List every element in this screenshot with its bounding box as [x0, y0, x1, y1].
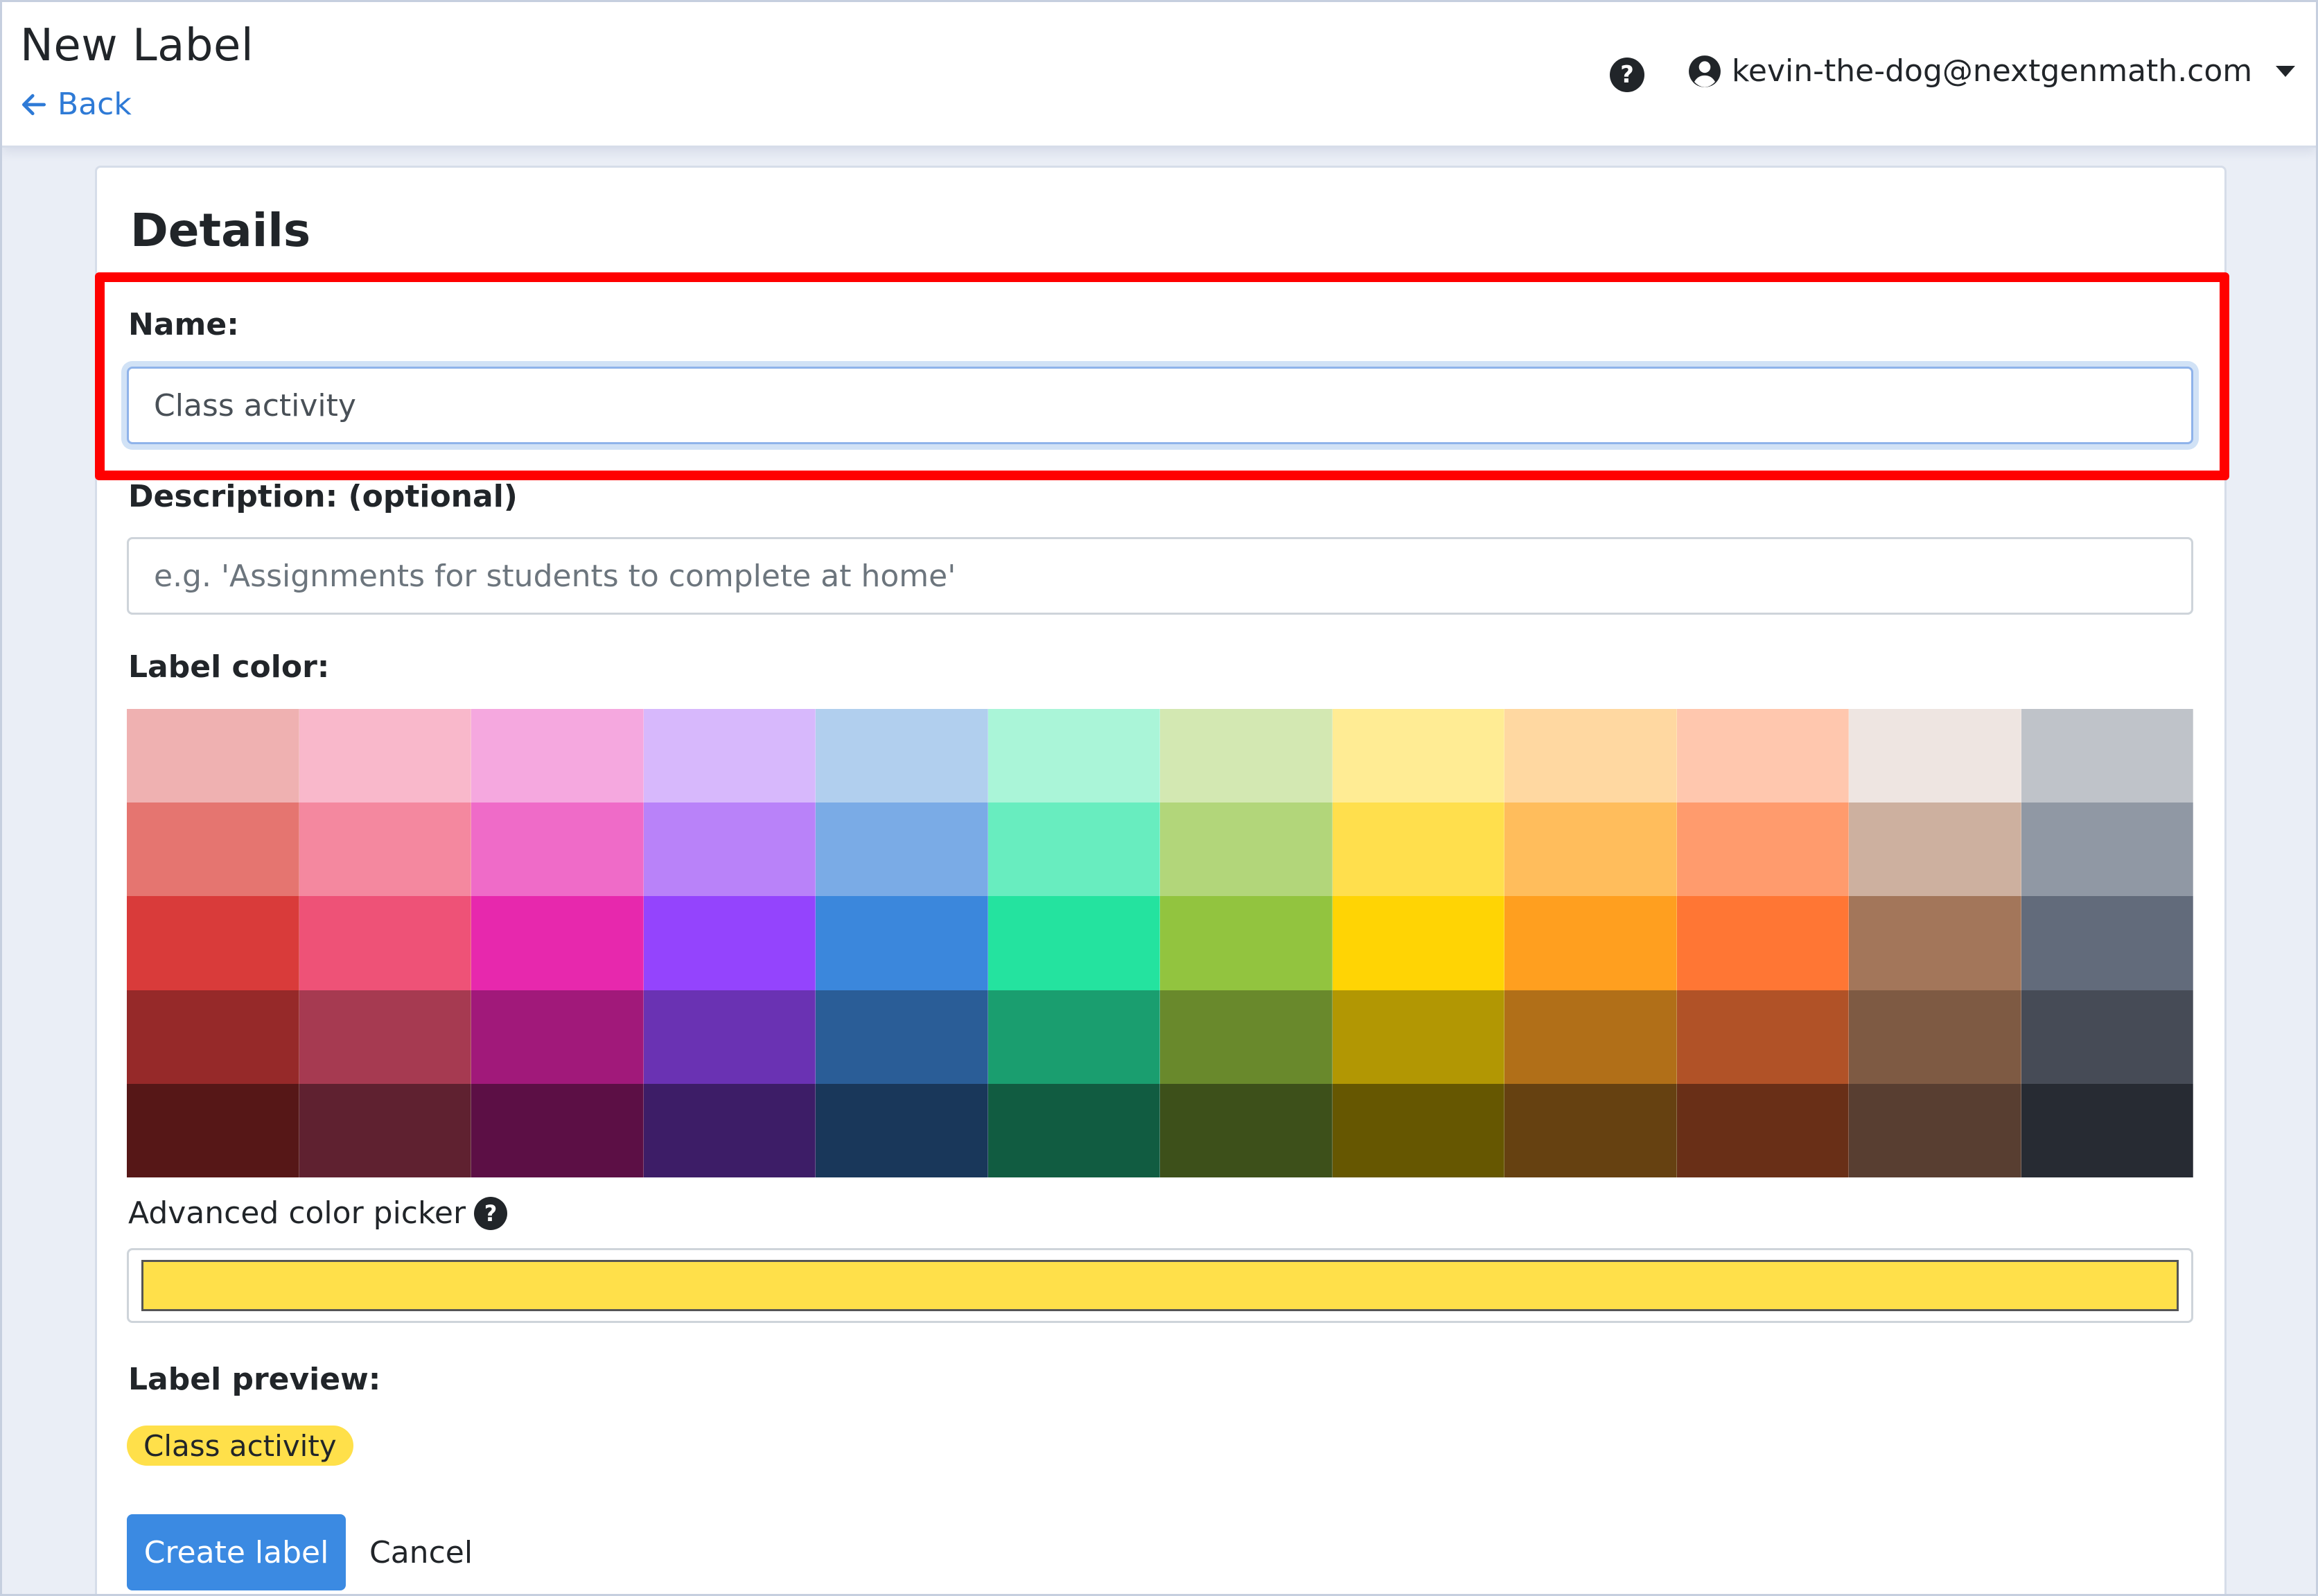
help-icon[interactable]: ? [474, 1196, 508, 1230]
color-swatch[interactable] [1332, 990, 1504, 1084]
color-swatch[interactable] [1332, 803, 1504, 897]
description-label: Description: (optional) [128, 479, 518, 514]
color-swatch[interactable] [987, 1083, 1160, 1177]
color-swatch[interactable] [1332, 709, 1504, 803]
back-label: Back [58, 87, 132, 122]
arrow-left-icon [21, 94, 46, 115]
color-swatch[interactable] [987, 803, 1160, 897]
advanced-color-picker-label: Advanced color picker ? [128, 1195, 508, 1231]
create-label-button[interactable]: Create label [127, 1514, 346, 1590]
page-title: New Label [20, 20, 254, 71]
color-swatch[interactable] [1504, 803, 1677, 897]
color-swatch[interactable] [1849, 896, 2021, 990]
color-swatch[interactable] [1504, 709, 1677, 803]
color-swatch[interactable] [127, 1083, 299, 1177]
label-color-label: Label color: [128, 649, 330, 685]
color-swatch[interactable] [127, 709, 299, 803]
label-preview-label: Label preview: [128, 1362, 381, 1397]
back-link[interactable]: Back [19, 87, 132, 122]
color-swatch[interactable] [1160, 803, 1333, 897]
color-swatch[interactable] [127, 990, 299, 1084]
name-input[interactable] [127, 367, 2193, 444]
color-swatch[interactable] [643, 803, 816, 897]
color-swatch[interactable] [127, 896, 299, 990]
color-swatch[interactable] [1332, 1083, 1504, 1177]
top-bar: New Label Back ? kevin-the-dog@nextgenma… [2, 2, 2316, 148]
color-swatch[interactable] [299, 990, 471, 1084]
name-label: Name: [128, 307, 239, 342]
color-swatch[interactable] [299, 709, 471, 803]
color-swatch[interactable] [299, 1083, 471, 1177]
label-preview-badge: Class activity [127, 1426, 353, 1466]
color-swatch[interactable] [2021, 803, 2193, 897]
color-palette [127, 709, 2193, 1177]
color-swatch[interactable] [816, 896, 988, 990]
color-swatch[interactable] [1160, 1083, 1333, 1177]
color-swatch[interactable] [471, 896, 644, 990]
advanced-color-picker-text: Advanced color picker [128, 1195, 466, 1231]
color-swatch[interactable] [2021, 896, 2193, 990]
color-swatch[interactable] [1504, 1083, 1677, 1177]
help-icon[interactable]: ? [1610, 58, 1644, 92]
selected-color-swatch [141, 1260, 2179, 1311]
color-swatch[interactable] [1849, 803, 2021, 897]
color-swatch[interactable] [299, 803, 471, 897]
color-swatch[interactable] [987, 990, 1160, 1084]
advanced-color-picker[interactable] [127, 1248, 2193, 1323]
color-swatch[interactable] [1160, 709, 1333, 803]
color-swatch[interactable] [127, 803, 299, 897]
color-swatch[interactable] [1504, 896, 1677, 990]
user-circle-icon [1687, 54, 1722, 89]
page: New Label Back ? kevin-the-dog@nextgenma… [0, 0, 2318, 1596]
color-swatch[interactable] [1504, 990, 1677, 1084]
color-swatch[interactable] [2021, 1083, 2193, 1177]
color-swatch[interactable] [1160, 990, 1333, 1084]
color-swatch[interactable] [1849, 990, 2021, 1084]
color-swatch[interactable] [1676, 896, 1849, 990]
cancel-button[interactable]: Cancel [369, 1514, 473, 1590]
color-swatch[interactable] [1160, 896, 1333, 990]
color-swatch[interactable] [471, 1083, 644, 1177]
color-swatch[interactable] [299, 896, 471, 990]
color-swatch[interactable] [1676, 1083, 1849, 1177]
caret-down-icon [2276, 65, 2296, 77]
color-swatch[interactable] [1676, 990, 1849, 1084]
user-menu[interactable]: kevin-the-dog@nextgenmath.com [1687, 53, 2296, 89]
section-title: Details [130, 204, 311, 257]
color-swatch[interactable] [643, 1083, 816, 1177]
color-swatch[interactable] [816, 990, 988, 1084]
color-swatch[interactable] [1849, 1083, 2021, 1177]
color-swatch[interactable] [987, 709, 1160, 803]
color-swatch[interactable] [1849, 709, 2021, 803]
color-swatch[interactable] [1676, 803, 1849, 897]
color-swatch[interactable] [2021, 709, 2193, 803]
color-swatch[interactable] [1676, 709, 1849, 803]
color-swatch[interactable] [643, 990, 816, 1084]
color-swatch[interactable] [471, 709, 644, 803]
color-swatch[interactable] [987, 896, 1160, 990]
description-input[interactable] [127, 537, 2193, 615]
user-email: kevin-the-dog@nextgenmath.com [1732, 53, 2253, 89]
color-swatch[interactable] [643, 896, 816, 990]
color-swatch[interactable] [471, 990, 644, 1084]
color-swatch[interactable] [816, 1083, 988, 1177]
color-swatch[interactable] [471, 803, 644, 897]
color-swatch[interactable] [816, 709, 988, 803]
color-swatch[interactable] [1332, 896, 1504, 990]
color-swatch[interactable] [2021, 990, 2193, 1084]
color-swatch[interactable] [643, 709, 816, 803]
color-swatch[interactable] [816, 803, 988, 897]
